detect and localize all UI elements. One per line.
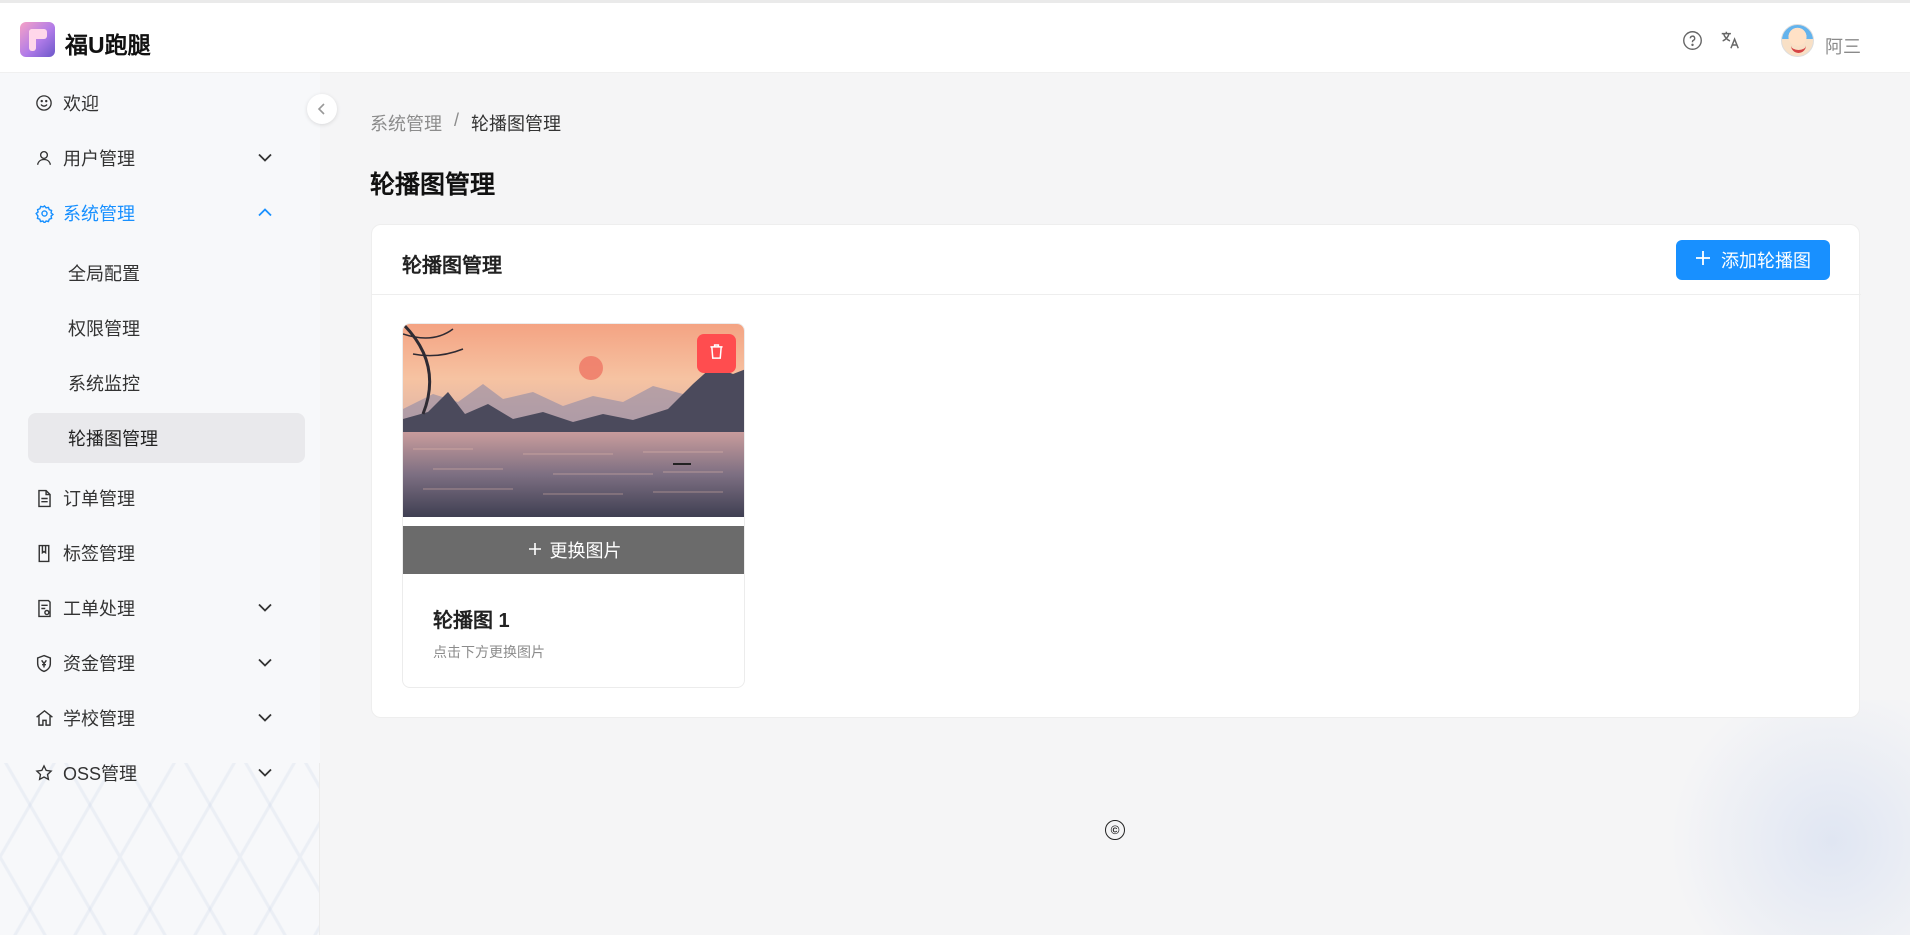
delete-image-button[interactable] (697, 334, 736, 373)
star-icon (34, 763, 54, 783)
sidebar-item-label: 轮播图管理 (68, 429, 158, 449)
sidebar-item-label: 系统监控 (68, 374, 140, 394)
username[interactable]: 阿三 (1825, 33, 1861, 59)
sidebar-subitem-permissions[interactable]: 权限管理 (28, 303, 305, 353)
copyright-symbol: © (1105, 820, 1125, 840)
home-icon (34, 708, 54, 728)
chevron-up-icon (256, 203, 274, 221)
sidebar-item-finance[interactable]: 资金管理 (28, 641, 292, 685)
add-carousel-label: 添加轮播图 (1721, 251, 1811, 271)
breadcrumb-separator: / (454, 110, 460, 130)
chevron-down-icon (256, 653, 274, 671)
sidebar-item-label: 欢迎 (63, 94, 99, 114)
sidebar-item-label: OSS管理 (63, 764, 138, 784)
sidebar-item-label: 学校管理 (63, 709, 135, 729)
user-icon (34, 148, 54, 168)
app-title: 福U跑腿 (65, 32, 151, 58)
sidebar-item-label: 资金管理 (63, 654, 135, 674)
chevron-down-icon (256, 598, 274, 616)
sidebar-item-tickets[interactable]: 工单处理 (28, 586, 292, 630)
carousel-card: 更换图片 轮播图 1 点击下方更换图片 (402, 323, 745, 688)
page-title: 轮播图管理 (370, 171, 496, 199)
sidebar-item-schools[interactable]: 学校管理 (28, 696, 292, 740)
breadcrumb-parent[interactable]: 系统管理 (370, 110, 442, 136)
sidebar-item-users[interactable]: 用户管理 (28, 136, 292, 180)
add-carousel-button[interactable]: 添加轮播图 (1676, 240, 1830, 280)
sidebar-item-label: 权限管理 (68, 319, 140, 339)
sidebar-item-system[interactable]: 系统管理 (28, 191, 292, 235)
plus-icon (528, 540, 542, 561)
breadcrumb-current: 轮播图管理 (471, 114, 562, 134)
panel-title: 轮播图管理 (402, 255, 502, 277)
sidebar-item-label: 标签管理 (63, 544, 135, 564)
chevron-down-icon (256, 763, 274, 781)
sidebar-item-label: 订单管理 (63, 489, 135, 509)
sidebar-item-label: 工单处理 (63, 599, 135, 619)
money-shield-icon (34, 653, 54, 673)
smile-icon (34, 93, 54, 113)
file-icon (34, 488, 54, 508)
question-circle-icon[interactable] (1681, 29, 1703, 51)
card-title: 轮播图 1 (433, 610, 510, 632)
top-header: 福U跑腿 阿三 (0, 0, 1910, 73)
collapse-sidebar-button[interactable] (307, 94, 337, 124)
trash-icon (709, 343, 724, 365)
sidebar-subitem-global-config[interactable]: 全局配置 (28, 248, 305, 298)
carousel-panel: 轮播图管理 添加轮播图 更换图片 轮播图 1 点击下方更换图片 (371, 224, 1861, 718)
background-decoration (1650, 700, 1910, 935)
sidebar-item-label: 系统管理 (63, 204, 135, 224)
breadcrumb: 系统管理 / 轮播图管理 (370, 110, 561, 136)
plus-icon (1695, 250, 1711, 271)
change-image-button[interactable]: 更换图片 (403, 526, 744, 574)
ticket-icon (34, 598, 54, 618)
change-image-label: 更换图片 (549, 541, 622, 561)
translate-icon[interactable] (1719, 29, 1741, 51)
gear-icon (34, 203, 54, 223)
sidebar-item-label: 全局配置 (68, 264, 140, 284)
card-description: 点击下方更换图片 (433, 644, 545, 660)
sidebar-item-oss[interactable]: OSS管理 (28, 751, 292, 795)
panel-header: 轮播图管理 添加轮播图 (372, 225, 1861, 295)
sidebar-item-welcome[interactable]: 欢迎 (28, 81, 292, 125)
chevron-down-icon (256, 148, 274, 166)
sidebar-subitem-monitor[interactable]: 系统监控 (28, 358, 305, 408)
sidebar-item-orders[interactable]: 订单管理 (28, 476, 292, 520)
user-avatar[interactable] (1781, 24, 1814, 57)
sidebar-subitem-carousel[interactable]: 轮播图管理 (28, 413, 305, 463)
sidebar-item-label: 用户管理 (63, 149, 135, 169)
sidebar-item-tags[interactable]: 标签管理 (28, 531, 292, 575)
app-logo (20, 22, 55, 57)
chevron-down-icon (256, 708, 274, 726)
carousel-image (403, 324, 744, 517)
book-icon (34, 543, 54, 563)
